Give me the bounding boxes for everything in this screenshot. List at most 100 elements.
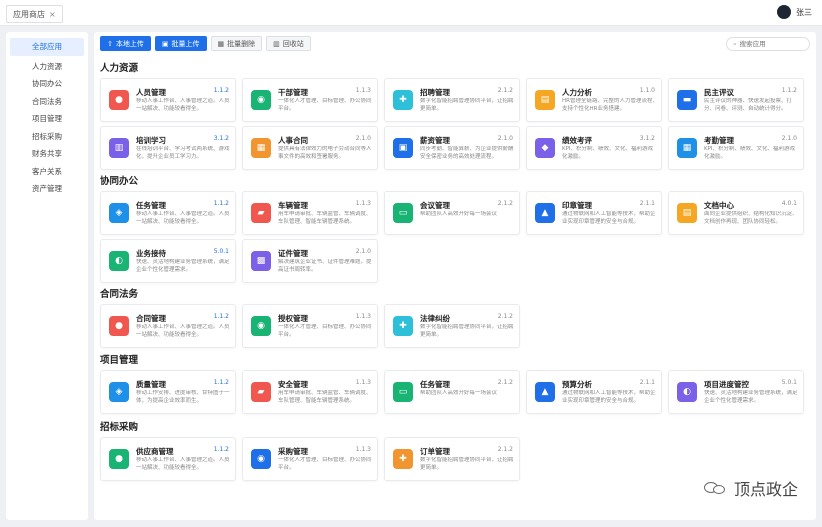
app-card[interactable]: ▦ 考勤管理 2.1.0 KPI、积分制、绩效、文化、福利游戏化激励。 bbox=[668, 126, 804, 170]
app-card[interactable]: ▤ 人力分析 1.1.0 HR管理全链路、完整的人力管理流程、支持个性化HR业务搭建。 bbox=[526, 78, 662, 122]
app-card[interactable]: ▭ 任务管理 2.1.2 帮助团队人高效开好每一场会议 bbox=[384, 370, 520, 414]
user-menu[interactable]: 张三 bbox=[777, 5, 812, 19]
app-version: 2.1.1 bbox=[639, 379, 655, 386]
app-card[interactable]: ◉ 干部管理 1.1.3 一体化人才管理、目标管理、办公协同平台。 bbox=[242, 78, 378, 122]
app-card[interactable]: ▰ 车辆管理 1.1.3 用车申请审批、车辆监管、车辆调度、车队管理、智能车辆管理系统… bbox=[242, 191, 378, 235]
avatar[interactable] bbox=[777, 5, 791, 19]
app-name: 薪资管理 bbox=[420, 136, 450, 145]
sidebar-item-finance[interactable]: 财务共享 bbox=[6, 145, 88, 163]
sidebar-item-office[interactable]: 协同办公 bbox=[6, 75, 88, 93]
app-card[interactable]: ✚ 法律纠纷 2.1.2 数字化智能招聘管理协同平台，让招聘更简单。 bbox=[384, 304, 520, 348]
app-description: 帮助团队人高效开好每一场会议 bbox=[420, 211, 498, 217]
app-description: 移动人事工作台、人事管理之道。人员一站解决、功能较看得全。 bbox=[136, 211, 230, 225]
app-description: KPI、积分制、绩效、文化、福利游戏化激励。 bbox=[704, 146, 796, 160]
app-description: 通过物联网和人工智能等技术，帮助企业实现印章管理的安全与合规。 bbox=[562, 211, 656, 225]
batch-upload-button[interactable]: ▣ 批量上传 bbox=[154, 36, 207, 51]
app-version: 2.1.2 bbox=[497, 87, 513, 94]
sidebar-item-crm[interactable]: 客户关系 bbox=[6, 163, 88, 181]
app-name: 人事合同 bbox=[278, 136, 308, 145]
batch-delete-button[interactable]: ▦ 批量删除 bbox=[210, 36, 263, 51]
app-version: 2.1.2 bbox=[497, 379, 513, 386]
app-card[interactable]: ◉ 采购管理 1.1.3 一体化人才管理、目标管理、办公协同平台。 bbox=[242, 437, 378, 481]
order-icon: ✚ bbox=[393, 449, 413, 469]
sidebar-item-project[interactable]: 项目管理 bbox=[6, 110, 88, 128]
app-description: 移动人事工作台、人事管理之道。人员一站解决、功能较看得全。 bbox=[136, 457, 230, 471]
wechat-icon bbox=[703, 480, 728, 496]
app-card[interactable]: ▩ 证件管理 2.1.0 解决建筑企业证书、证件管理难题，提高证书周转率。 bbox=[242, 239, 378, 283]
search-box[interactable]: ⌕ bbox=[726, 37, 810, 51]
app-name: 任务管理 bbox=[136, 201, 166, 210]
app-description: 在线培训平台、学习考试两系统、游戏化，提升企业员工学习力。 bbox=[136, 146, 230, 160]
calendar-icon: ▦ bbox=[677, 138, 697, 158]
app-version: 2.1.1 bbox=[639, 200, 655, 207]
sidebar-item-assets[interactable]: 资产管理 bbox=[6, 180, 88, 198]
app-card[interactable]: ▭ 会议管理 2.1.2 帮助团队人高效开好每一场会议 bbox=[384, 191, 520, 235]
purchase-icon: ◉ bbox=[251, 449, 271, 469]
app-description: HR管理全链路、完整的人力管理流程、支持个性化HR业务搭建。 bbox=[562, 98, 658, 112]
task-icon: ◈ bbox=[109, 203, 129, 223]
app-version: 2.1.0 bbox=[355, 248, 371, 255]
app-name: 证件管理 bbox=[278, 249, 308, 258]
tab-app-store[interactable]: 应用商店 × bbox=[6, 5, 63, 23]
app-version: 1.1.0 bbox=[639, 87, 655, 94]
close-icon[interactable]: × bbox=[49, 10, 56, 19]
section-title-purchase: 招标采购 bbox=[100, 422, 139, 433]
app-card[interactable]: ● 供应商管理 1.1.2 移动人事工作台、人事管理之道。人员一站解决、功能较看得全。 bbox=[100, 437, 236, 481]
people-icon: ◉ bbox=[251, 90, 271, 110]
recycle-label: 回收站 bbox=[282, 39, 304, 48]
app-name: 采购管理 bbox=[278, 447, 308, 456]
app-card[interactable]: ▰ 安全管理 1.1.3 用车申请审批、车辆监管、车辆调度、车队管理、智能车辆管理系统… bbox=[242, 370, 378, 414]
contract-mgmt-icon: ● bbox=[109, 316, 129, 336]
app-name: 安全管理 bbox=[278, 380, 308, 389]
supplier-icon: ● bbox=[109, 449, 129, 469]
app-card[interactable]: ✚ 招聘管理 2.1.2 数字化智能招聘管理协同平台，让招聘更简单。 bbox=[384, 78, 520, 122]
app-card[interactable]: ▣ 薪资管理 2.1.0 同步考勤、智能算薪、为企业提供薪酬安全保密业务的高效处理流程… bbox=[384, 126, 520, 170]
app-description: 移动人事工作台、人事管理之道。人员一站解决、功能较看得全。 bbox=[136, 98, 230, 112]
app-card[interactable]: ▦ 人事合同 2.1.0 提供具有法律效力的电子劳动合同等人事文件的高效和签署服务。 bbox=[242, 126, 378, 170]
app-card[interactable]: ◆ 绩效考评 3.1.2 KPI、积分制、绩效、文化、福利游戏化激励。 bbox=[526, 126, 662, 170]
section-title-office: 协同办公 bbox=[100, 176, 139, 187]
app-name: 质量管理 bbox=[136, 380, 166, 389]
app-card[interactable]: ◐ 业务接待 5.0.1 快速、灵活地构建业务管理系统，满足企业个性化管理需求。 bbox=[100, 239, 236, 283]
app-name: 业务接待 bbox=[136, 249, 166, 258]
local-upload-button[interactable]: ⇧ 本地上传 bbox=[100, 36, 151, 51]
app-card[interactable]: ◈ 质量管理 1.1.2 移动工作安排、进度审核、甘特图于一体，为提高企业效率而生。 bbox=[100, 370, 236, 414]
app-card[interactable]: ✚ 订单管理 2.1.2 数字化智能招聘管理协同平台，让招聘更简单。 bbox=[384, 437, 520, 481]
tab-label: 应用商店 bbox=[13, 9, 45, 19]
app-version: 1.1.2 bbox=[213, 200, 229, 207]
app-card[interactable]: ● 人员管理 1.1.2 移动人事工作台、人事管理之道。人员一站解决、功能较看得全。 bbox=[100, 78, 236, 122]
app-card[interactable]: ◐ 项目进度管控 5.0.1 快速、灵活地构建业务管理系统，满足企业个性化管理需求。 bbox=[668, 370, 804, 414]
upload-icon: ⇧ bbox=[107, 39, 113, 48]
recycle-button[interactable]: ▥ 回收站 bbox=[266, 36, 311, 51]
app-card[interactable]: ◉ 授权管理 1.1.3 一体化人才管理、目标管理、办公协同平台。 bbox=[242, 304, 378, 348]
app-card[interactable]: ▲ 预算分析 2.1.1 通过物联网和人工智能等技术，帮助企业实现印章管理的安全与合规… bbox=[526, 370, 662, 414]
app-card[interactable]: ▤ 文档中心 4.0.1 面向企业提供组织、结构化知识沉淀、文档创作再现、团队协同轻松… bbox=[668, 191, 804, 235]
book-icon: ▥ bbox=[109, 138, 129, 158]
reception-icon: ◐ bbox=[109, 251, 129, 271]
sidebar-item-hr[interactable]: 人力资源 bbox=[6, 58, 88, 76]
seal-icon: ▲ bbox=[535, 203, 555, 223]
section-title-legal: 合同法务 bbox=[100, 289, 139, 300]
app-card[interactable]: ▬ 民主评议 1.1.2 民主评议的神器、快速发起投票、打分、问卷、评测、自动统计得分… bbox=[668, 78, 804, 122]
search-input[interactable] bbox=[739, 40, 800, 48]
app-card[interactable]: ▥ 培训学习 3.1.2 在线培训平台、学习考试两系统、游戏化，提升企业员工学习力。 bbox=[100, 126, 236, 170]
sidebar-item-purchase[interactable]: 招标采购 bbox=[6, 128, 88, 146]
app-description: 通过物联网和人工智能等技术，帮助企业实现印章管理的安全与合规。 bbox=[562, 390, 656, 404]
user-plus-icon: ✚ bbox=[393, 90, 413, 110]
app-name: 任务管理 bbox=[420, 380, 450, 389]
app-version: 1.1.2 bbox=[781, 87, 797, 94]
sidebar-item-all[interactable]: 全部应用 bbox=[10, 38, 84, 56]
app-card[interactable]: ◈ 任务管理 1.1.2 移动人事工作台、人事管理之道。人员一站解决、功能较看得全。 bbox=[100, 191, 236, 235]
app-description: 同步考勤、智能算薪、为企业提供薪酬安全保密业务的高效处理流程。 bbox=[420, 146, 514, 160]
app-card[interactable]: ● 合同管理 1.1.2 移动人事工作台、人事管理之道。人员一站解决、功能较看得全。 bbox=[100, 304, 236, 348]
sidebar-item-legal[interactable]: 合同法务 bbox=[6, 93, 88, 111]
app-card[interactable]: ▲ 印章管理 2.1.1 通过物联网和人工智能等技术，帮助企业实现印章管理的安全与合规… bbox=[526, 191, 662, 235]
chart-icon: ▤ bbox=[535, 90, 555, 110]
app-version: 5.0.1 bbox=[781, 379, 797, 386]
app-name: 考勤管理 bbox=[704, 136, 734, 145]
app-description: 数字化智能招聘管理协同平台，让招聘更简单。 bbox=[420, 98, 514, 112]
toolbar: ⇧ 本地上传 ▣ 批量上传 ▦ 批量删除 ▥ 回收站 bbox=[100, 36, 311, 51]
watermark: 顶点政企 bbox=[703, 476, 798, 500]
app-description: 解决建筑企业证书、证件管理难题，提高证书周转率。 bbox=[278, 259, 372, 273]
app-description: 移动工作安排、进度审核、甘特图于一体，为提高企业效率而生。 bbox=[136, 390, 230, 404]
